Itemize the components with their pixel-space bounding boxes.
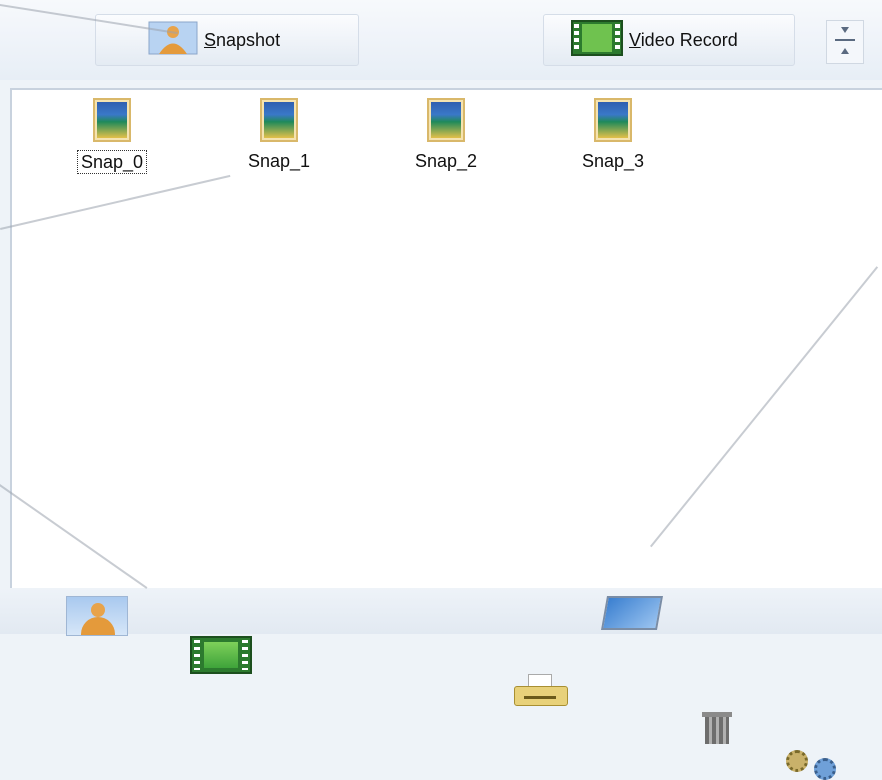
file-list-pane[interactable]: Snap_0 Snap_1 Snap_2 Snap_3: [10, 88, 882, 590]
monitor-icon[interactable]: [601, 596, 663, 630]
person-photo-icon[interactable]: [66, 596, 128, 636]
splitter-icon: [835, 39, 855, 41]
file-name: Snap_3: [581, 151, 645, 171]
bottom-toolbar: [0, 588, 882, 780]
printer-icon[interactable]: [512, 674, 568, 710]
file-item[interactable]: Snap_1: [229, 98, 329, 172]
splitter-button[interactable]: [826, 20, 864, 64]
arrow-down-icon: [841, 27, 849, 33]
file-item[interactable]: Snap_0: [62, 98, 162, 174]
snapshot-button[interactable]: Snapshot: [95, 14, 359, 66]
video-record-button[interactable]: Video Record: [543, 14, 795, 66]
person-photo-icon: [148, 21, 198, 60]
tools-icon[interactable]: [782, 746, 852, 780]
picture-icon: [260, 98, 298, 142]
video-record-label: Video Record: [629, 29, 738, 50]
file-name: Snap_2: [414, 151, 478, 171]
snapshot-label: Snapshot: [204, 29, 281, 50]
film-strip-icon[interactable]: [190, 636, 252, 674]
trash-icon[interactable]: [702, 710, 732, 746]
picture-icon: [93, 98, 131, 142]
film-strip-icon: [571, 19, 623, 61]
top-toolbar: Snapshot Video Record: [0, 0, 882, 80]
file-name: Snap_1: [247, 151, 311, 171]
file-item[interactable]: Snap_3: [563, 98, 663, 172]
picture-icon: [594, 98, 632, 142]
arrow-up-icon: [841, 48, 849, 54]
picture-icon: [427, 98, 465, 142]
file-name: Snap_0: [76, 150, 148, 174]
file-item[interactable]: Snap_2: [396, 98, 496, 172]
